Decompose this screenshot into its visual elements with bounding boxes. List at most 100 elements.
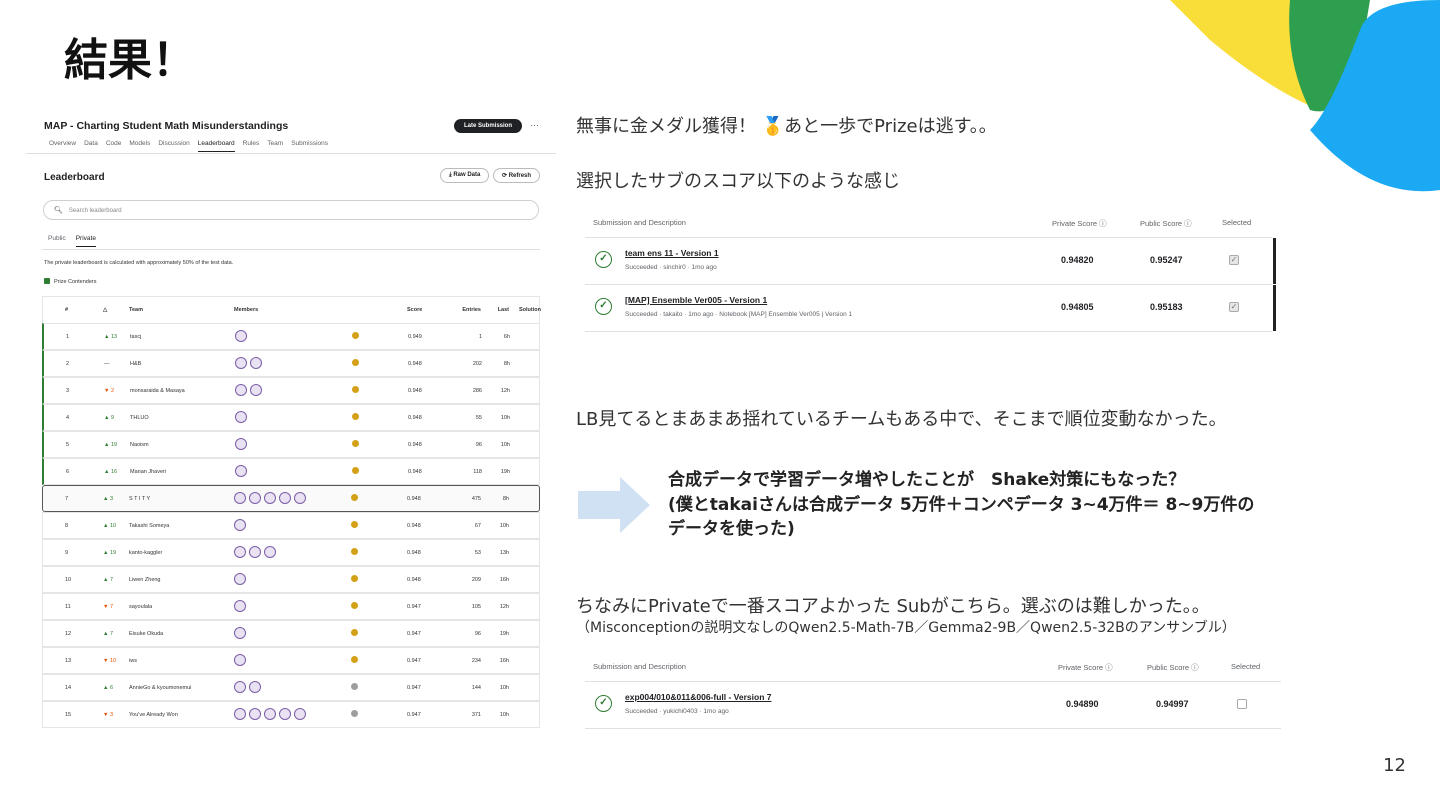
entries-cell: 475	[471, 496, 481, 502]
avatar[interactable]	[235, 438, 247, 450]
score-cell: 0.947	[407, 685, 421, 691]
succeeded-check-icon: ✓	[595, 695, 612, 712]
avatar[interactable]	[250, 357, 262, 369]
rank-cell: 7	[65, 496, 69, 502]
selected-checkbox[interactable]: ✓	[1229, 302, 1239, 312]
submission-name-link[interactable]: [MAP] Ensemble Ver005 - Version 1	[625, 295, 767, 305]
members-cell	[235, 411, 247, 423]
gold-medal-text: 無事に金メダル獲得！ 🥇あと一歩でPrizeは逃す。。	[576, 116, 997, 137]
table-row[interactable]: 10 ▲ 7 Liwen Zheng 0.948 209 16h	[42, 566, 540, 593]
more-options-icon[interactable]: ···	[530, 120, 539, 130]
submission-name-link[interactable]: team ens 11 - Version 1	[625, 248, 719, 258]
table-row[interactable]: 5 ▲ 19 Naoism 0.948 96 10h	[42, 431, 540, 458]
avatar[interactable]	[234, 681, 246, 693]
competition-tabs: Overview Data Code Models Discussion Leaderbo…	[49, 140, 328, 152]
table-row[interactable]: 3 ▼ 2 monsaraida & Masaya 0.948 286 12h	[42, 377, 540, 404]
avatar[interactable]	[234, 600, 246, 612]
avatar[interactable]	[279, 708, 291, 720]
avatar[interactable]	[234, 519, 246, 531]
private-score: 0.94805	[1061, 302, 1094, 312]
rank-cell: 15	[65, 712, 72, 718]
tab-overview[interactable]: Overview	[49, 140, 76, 152]
selected-checkbox[interactable]	[1237, 699, 1247, 709]
tab-rules[interactable]: Rules	[243, 140, 260, 152]
submission-meta: Succeeded · sinchir0 · 1mo ago	[625, 264, 717, 271]
prize-contenders-legend: Prize Contenders	[44, 278, 97, 285]
avatar[interactable]	[264, 546, 276, 558]
selected-table-header: Submission and Description Private Score…	[585, 208, 1272, 238]
avatar[interactable]	[235, 411, 247, 423]
submission-row[interactable]: ✓ [MAP] Ensemble Ver005 - Version 1 Succee…	[585, 285, 1276, 332]
gold-medal-icon	[352, 359, 359, 368]
score-cell: 0.947	[407, 631, 421, 637]
raw-data-button[interactable]: ⤓ Raw Data	[440, 168, 490, 183]
avatar[interactable]	[249, 708, 261, 720]
tab-code[interactable]: Code	[106, 140, 122, 152]
avatar[interactable]	[294, 492, 306, 504]
avatar[interactable]	[249, 681, 261, 693]
table-row[interactable]: 2 — H&B 0.948 202 8h	[42, 350, 540, 377]
avatar[interactable]	[249, 546, 261, 558]
tab-submissions[interactable]: Submissions	[291, 140, 328, 152]
gold-medal-icon	[352, 386, 359, 395]
tab-discussion[interactable]: Discussion	[158, 140, 189, 152]
col-last: Last	[497, 307, 509, 313]
avatar[interactable]	[235, 384, 247, 396]
entries-cell: 118	[473, 469, 482, 475]
avatar[interactable]	[234, 654, 246, 666]
entries-cell: 144	[471, 685, 481, 691]
table-row[interactable]: 8 ▲ 10 Takashi Someya 0.948 67 10h	[42, 512, 540, 539]
avatar[interactable]	[250, 384, 262, 396]
subtab-public[interactable]: Public	[48, 235, 66, 247]
medal-dot	[352, 413, 359, 420]
late-submission-button[interactable]: Late Submission	[454, 119, 523, 133]
rank-cell: 13	[65, 658, 72, 664]
rank-change-cell: ▲ 19	[104, 442, 118, 448]
avatar[interactable]	[234, 573, 246, 585]
table-row[interactable]: 11 ▼ 7 sayoulala 0.947 105 12h	[42, 593, 540, 620]
header-desc: Submission and Description	[593, 662, 686, 671]
avatar[interactable]	[234, 708, 246, 720]
avatar[interactable]	[264, 492, 276, 504]
table-row[interactable]: 7 ▲ 3 S T I T Y 0.948 475 8h	[42, 485, 540, 512]
refresh-button[interactable]: ⟳ Refresh	[493, 168, 541, 183]
submission-row[interactable]: ✓ exp004/010&011&006-full - Version 7 Succ…	[585, 682, 1281, 729]
search-input[interactable]: 🔍︎ Search leaderboard	[43, 200, 539, 220]
avatar[interactable]	[249, 492, 261, 504]
table-row[interactable]: 14 ▲ 6 AnnieGo & kyoumonemui 0.947 144 10h	[42, 674, 540, 701]
table-row[interactable]: 15 ▼ 3 You've Already Won 0.947 371 10h	[42, 701, 540, 728]
private-lb-note: The private leaderboard is calculated wi…	[44, 260, 234, 266]
members-cell	[234, 654, 246, 666]
table-row[interactable]: 12 ▲ 7 Eisuke Okuda 0.947 96 19h	[42, 620, 540, 647]
subtab-private[interactable]: Private	[75, 235, 96, 247]
submission-row[interactable]: ✓ team ens 11 - Version 1 Succeeded · sinc…	[585, 238, 1276, 285]
avatar[interactable]	[234, 546, 246, 558]
avatar[interactable]	[235, 357, 247, 369]
avatar[interactable]	[235, 330, 247, 342]
table-row[interactable]: 1 ▲ 13 tascj 0.949 1 6h	[42, 323, 540, 350]
medal-dot	[352, 386, 359, 393]
avatar[interactable]	[234, 627, 246, 639]
tab-models[interactable]: Models	[129, 140, 150, 152]
avatar[interactable]	[294, 708, 306, 720]
table-row[interactable]: 9 ▲ 19 kanto-kaggler 0.948 53 13h	[42, 539, 540, 566]
tab-leaderboard[interactable]: Leaderboard	[197, 140, 235, 152]
tab-data[interactable]: Data	[84, 140, 98, 152]
note-line-3: データを使った)	[668, 519, 795, 540]
avatar[interactable]	[235, 465, 247, 477]
avatar[interactable]	[234, 492, 246, 504]
avatar[interactable]	[279, 492, 291, 504]
entries-cell: 67	[474, 523, 481, 529]
table-row[interactable]: 4 ▲ 9 THLUO 0.948 55 10h	[42, 404, 540, 431]
last-cell: 19h	[500, 469, 510, 475]
submission-name-link[interactable]: exp004/010&011&006-full - Version 7	[625, 692, 771, 702]
team-name-cell: monsaraida & Masaya	[130, 388, 185, 394]
avatar[interactable]	[264, 708, 276, 720]
score-cell: 0.948	[408, 388, 422, 394]
last-cell: 16h	[499, 658, 509, 664]
selected-checkbox[interactable]: ✓	[1229, 255, 1239, 265]
tab-team[interactable]: Team	[267, 140, 283, 152]
medal-dot	[352, 440, 359, 447]
table-row[interactable]: 13 ▼ 10 iws 0.947 234 16h	[42, 647, 540, 674]
table-row[interactable]: 6 ▲ 16 Manan Jhaveri 0.948 118 19h	[42, 458, 540, 485]
